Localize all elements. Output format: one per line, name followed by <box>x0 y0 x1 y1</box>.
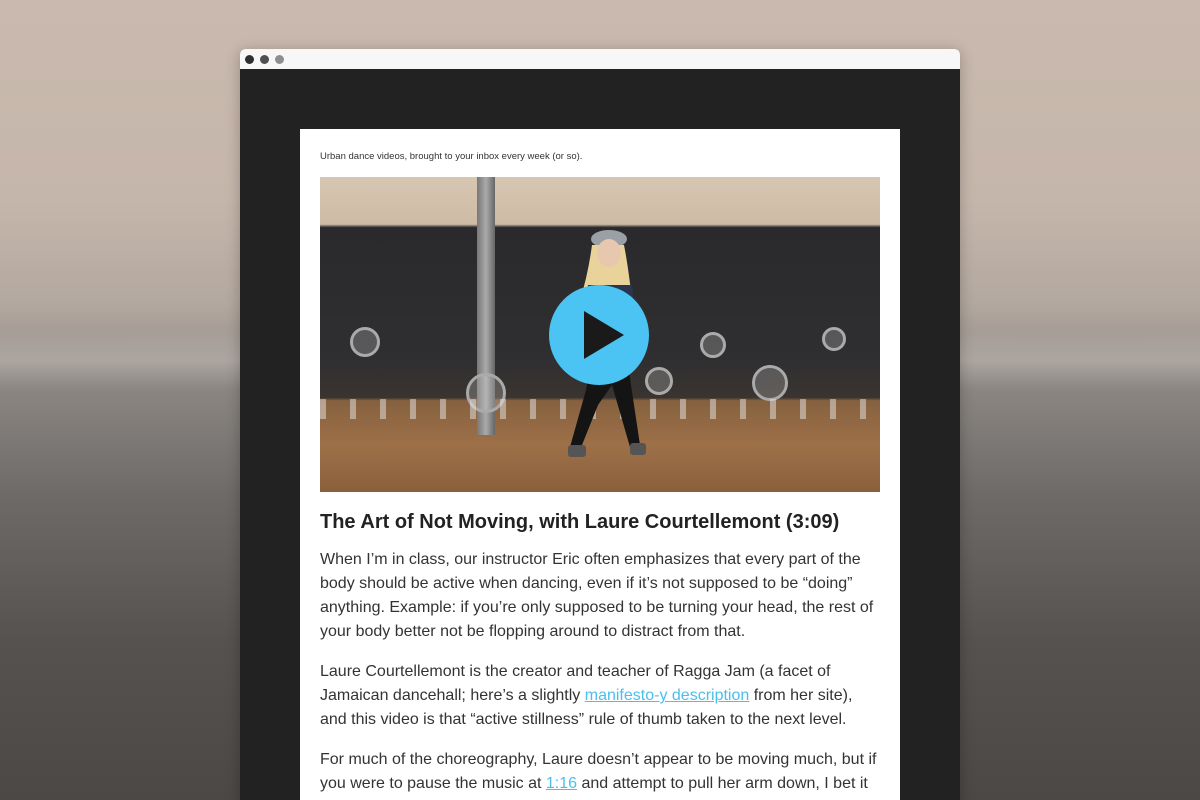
email-content: Urban dance videos, brought to your inbo… <box>300 129 900 800</box>
play-video-button[interactable] <box>549 285 649 385</box>
article-paragraph-3: For much of the choreography, Laure does… <box>320 748 880 796</box>
manifesto-description-link[interactable]: manifesto-y description <box>585 687 750 704</box>
timestamp-link[interactable]: 1:16 <box>546 775 577 792</box>
window-titlebar <box>240 49 960 69</box>
close-window-button[interactable] <box>245 54 254 64</box>
article-title: The Art of Not Moving, with Laure Courte… <box>320 511 840 533</box>
paragraph-text: and attempt to pull her arm down, I bet … <box>577 775 868 792</box>
zoom-window-button[interactable] <box>275 54 284 64</box>
article-paragraph-1: When I’m in class, our instructor Eric o… <box>320 551 874 640</box>
email-tagline: Urban dance videos, brought to your inbo… <box>320 151 583 162</box>
fan-graphic <box>350 327 380 357</box>
play-icon <box>584 311 624 359</box>
article-paragraph-2: Laure Courtellemont is the creator and t… <box>320 660 880 732</box>
fan-graphic <box>700 332 726 358</box>
fan-graphic <box>822 327 846 351</box>
minimize-window-button[interactable] <box>260 54 269 64</box>
browser-window: Urban dance videos, brought to your inbo… <box>240 49 960 800</box>
video-thumbnail[interactable] <box>320 177 880 492</box>
fan-graphic <box>752 365 788 401</box>
